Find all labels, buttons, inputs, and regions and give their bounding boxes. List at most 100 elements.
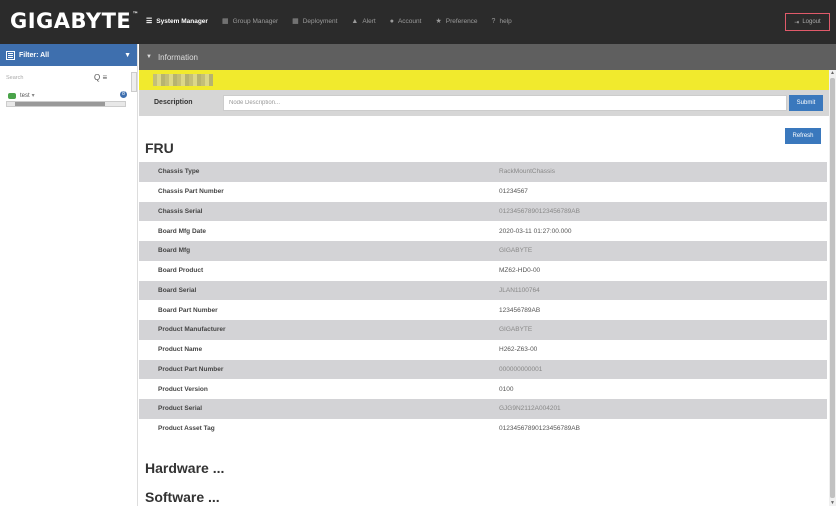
fru-value: H262-Z63-00 <box>499 346 538 354</box>
fru-value: GIGABYTE <box>499 326 533 334</box>
list-icon: ☰ <box>146 18 153 25</box>
filter-dropdown[interactable]: Filter: All ▼ <box>0 44 137 66</box>
question-icon: ? <box>491 17 496 25</box>
table-row: Product Version 0100 <box>139 379 827 399</box>
nav-item-system-manager[interactable]: ☰ System Manager <box>146 17 208 26</box>
sidebar-horizontal-scrollbar[interactable] <box>6 101 126 107</box>
table-row: Board Mfg GIGABYTE <box>139 241 827 261</box>
main-content: ▼ Information Description Submit Refresh… <box>139 44 836 506</box>
fru-value: 01234567 <box>499 188 528 196</box>
chevron-down-icon: ▼ <box>124 51 131 59</box>
table-row: Chassis Part Number 01234567 <box>139 182 827 202</box>
fru-key: Chassis Type <box>158 168 200 176</box>
fru-value: 2020-03-11 01:27:00.000 <box>499 227 572 235</box>
description-field-wrap <box>223 95 787 111</box>
nav-item-label: Account <box>397 17 422 25</box>
table-row: Product Manufacturer GIGABYTE <box>139 320 827 340</box>
nav-item-label: Preference <box>445 17 478 25</box>
node-icon <box>8 92 16 99</box>
description-field[interactable] <box>224 96 786 110</box>
nav-item-label: Deployment <box>302 17 338 25</box>
sidebar-scrollbar[interactable] <box>131 72 137 92</box>
fru-value: JLAN1100764 <box>499 286 540 294</box>
fru-key: Board Part Number <box>158 306 218 314</box>
grid-icon: ▦ <box>221 18 229 25</box>
table-row: Product Part Number 000000000001 <box>139 359 827 380</box>
gigabyte-logo[interactable]: GIGABYTE™ <box>10 9 139 33</box>
table-row: Board Serial JLAN1100764 <box>139 280 827 301</box>
redacted-node-name <box>153 74 213 86</box>
scroll-down-icon[interactable]: ▼ <box>829 500 836 506</box>
fru-value: 01234567890123456789AB <box>499 207 580 215</box>
top-navbar: GIGABYTE™ ☰ System Manager ▦ Group Manager ▦… <box>0 0 836 44</box>
table-row: Product Serial GJG9N2112A004201 <box>139 399 827 419</box>
software-heading[interactable]: Software ... <box>145 489 220 505</box>
nav-item-help[interactable]: ? help <box>492 17 512 25</box>
tree-item-test[interactable]: test ▾ <box>8 92 35 99</box>
nav-item-label: Group Manager <box>232 17 279 25</box>
filter-icon <box>6 50 15 60</box>
sidebar-search[interactable]: Search Q ≡ <box>0 72 130 86</box>
submit-button[interactable]: Submit <box>789 95 823 111</box>
nav-item-account[interactable]: ● Account <box>390 17 422 25</box>
fru-key: Product Name <box>158 346 203 354</box>
chevron-down-icon: ▾ <box>31 93 35 99</box>
table-row: Board Mfg Date 2020-03-11 01:27:00.000 <box>139 221 827 241</box>
fru-key: Board Mfg Date <box>158 227 207 235</box>
table-row: Chassis Serial 01234567890123456789AB <box>139 201 827 222</box>
nav-item-group-manager[interactable]: ▦ Group Manager <box>221 17 279 26</box>
fru-value: RackMountChassis <box>499 168 555 176</box>
table-row: Product Asset Tag 01234567890123456789AB <box>139 419 827 439</box>
fru-value: 0100 <box>499 385 514 393</box>
grid-icon: ▦ <box>292 18 299 25</box>
warning-icon: ▲ <box>351 17 359 25</box>
fru-table: Chassis Type RackMountChassis Chassis Part… <box>139 162 827 439</box>
fru-value: 123456789AB <box>499 306 541 314</box>
table-row: Chassis Type RackMountChassis <box>139 162 827 182</box>
main-scrollbar[interactable]: ▲ ▼ <box>829 70 836 506</box>
fru-key: Product Serial <box>158 405 203 413</box>
nav-item-label: Alert <box>362 17 376 25</box>
scrollbar-thumb[interactable] <box>830 78 835 498</box>
fru-key: Product Asset Tag <box>158 425 215 433</box>
sidebar: Filter: All ▼ Search Q ≡ test ▾ 8 <box>0 44 138 506</box>
hardware-heading[interactable]: Hardware ... <box>145 460 224 476</box>
collapse-icon: ▼ <box>146 54 152 60</box>
nav-item-preference[interactable]: ★ Preference <box>435 17 478 26</box>
nav-item-deployment[interactable]: ▦ Deployment <box>292 17 338 26</box>
refresh-button[interactable]: Refresh <box>785 128 821 144</box>
fru-value: MZ62-HD0-00 <box>499 267 541 275</box>
search-placeholder: Search <box>6 75 24 81</box>
logout-button[interactable]: ⇥ Logout <box>785 13 830 31</box>
scroll-up-icon[interactable]: ▲ <box>829 70 836 76</box>
description-row: Description Submit <box>139 90 829 116</box>
search-icon[interactable]: Q ≡ <box>94 73 107 82</box>
fru-value: GJG9N2112A004201 <box>499 405 561 413</box>
filter-label: Filter: All <box>19 51 50 59</box>
main-nav: ☰ System Manager ▦ Group Manager ▦ Deployment… <box>146 17 526 26</box>
user-icon: ● <box>389 17 394 25</box>
nav-item-label: help <box>499 17 512 25</box>
scrollbar-thumb[interactable] <box>15 102 105 106</box>
section-title: Information <box>157 52 198 62</box>
table-row: Board Product MZ62-HD0-00 <box>139 261 827 281</box>
information-header[interactable]: ▼ Information <box>139 44 836 70</box>
fru-key: Product Version <box>158 385 208 393</box>
star-icon: ★ <box>435 18 442 25</box>
fru-key: Board Mfg <box>158 247 191 255</box>
logout-label: Logout <box>802 19 821 25</box>
tree-item-label: test <box>20 92 30 99</box>
fru-heading: FRU <box>145 140 174 156</box>
nav-item-alert[interactable]: ▲ Alert <box>351 17 375 25</box>
fru-key: Chassis Serial <box>158 207 203 215</box>
node-name-bar <box>139 70 829 90</box>
fru-key: Product Manufacturer <box>158 326 226 334</box>
sign-out-icon: ⇥ <box>794 19 800 26</box>
fru-value: 01234567890123456789AB <box>499 425 580 433</box>
description-label: Description <box>154 99 193 106</box>
fru-key: Product Part Number <box>158 365 224 373</box>
fru-key: Board Serial <box>158 286 197 294</box>
fru-value: GIGABYTE <box>499 247 533 255</box>
fru-value: 000000000001 <box>499 365 543 373</box>
table-row: Product Name H262-Z63-00 <box>139 340 827 360</box>
